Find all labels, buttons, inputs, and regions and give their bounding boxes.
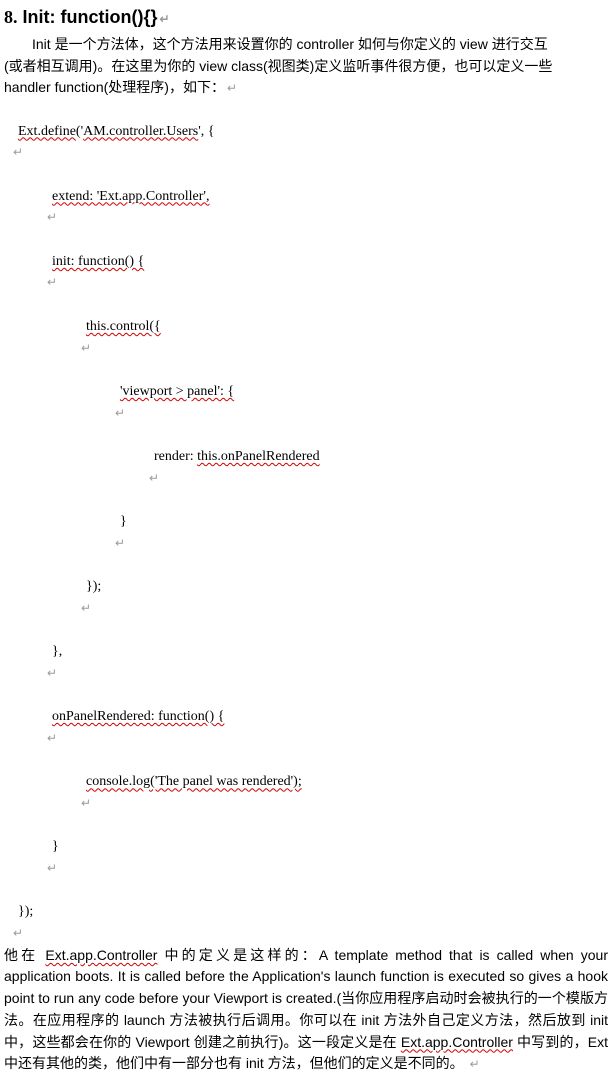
- code-token: });: [86, 579, 101, 594]
- code-token: 'viewport > panel': {: [120, 384, 234, 399]
- code-line-4: this.control({: [4, 294, 608, 359]
- code-token: render:: [154, 449, 197, 464]
- code-token: },: [52, 644, 62, 659]
- code-line-3: init: function() {: [4, 229, 608, 294]
- outro-link: Ext.app.Controller: [401, 1034, 513, 1050]
- code-token: this.control({: [86, 319, 161, 334]
- code-line-10: onPanelRendered: function() {: [4, 685, 608, 750]
- code-token: init: function() {: [52, 254, 144, 269]
- code-line-6: render: this.onPanelRendered: [4, 424, 608, 489]
- code-block: Ext.define('AM.controller.Users', { exte…: [4, 99, 608, 945]
- heading-number: 8.: [4, 7, 18, 27]
- code-line-11: console.log('The panel was rendered');: [4, 750, 608, 815]
- code-token: AM.controller.Users: [83, 124, 198, 139]
- code-line-1: Ext.define('AM.controller.Users', {: [4, 99, 608, 164]
- code-token: console.log('The panel was rendered');: [86, 774, 302, 789]
- code-token: this.onPanelRendered: [197, 449, 319, 464]
- intro-line-1: Init 是一个方法体，这个方法用来设置你的 controller 如何与你定义…: [4, 34, 608, 56]
- code-line-2: extend: 'Ext.app.Controller',: [4, 164, 608, 229]
- code-token: extend: 'Ext.app.Controller',: [52, 189, 209, 204]
- intro-line-2: (或者相互调用)。在这里为你的 view class(视图类)定义监听事件很方便…: [4, 56, 608, 78]
- outro-text: 他在: [4, 947, 45, 963]
- code-token: Ext.define: [18, 124, 76, 139]
- code-token: ', {: [198, 124, 214, 139]
- code-line-7: }: [4, 489, 608, 554]
- intro-line-3: handler function(处理程序)，如下：: [4, 77, 608, 99]
- heading-title: Init: function(){}: [23, 7, 170, 27]
- outro-paragraph: 他在 Ext.app.Controller 中的定义是这样的：A templat…: [4, 945, 608, 1075]
- code-line-5: 'viewport > panel': {: [4, 359, 608, 424]
- code-line-9: },: [4, 619, 608, 684]
- code-line-12: }: [4, 815, 608, 880]
- code-token: }: [120, 514, 127, 529]
- code-token: });: [18, 904, 33, 919]
- code-token: onPanelRendered: function() {: [52, 709, 224, 724]
- section-heading: 8. Init: function(){}: [4, 4, 608, 32]
- code-token: }: [52, 839, 59, 854]
- outro-link: Ext.app.Controller: [45, 947, 157, 963]
- code-line-8: });: [4, 554, 608, 619]
- code-line-13: });: [4, 880, 608, 945]
